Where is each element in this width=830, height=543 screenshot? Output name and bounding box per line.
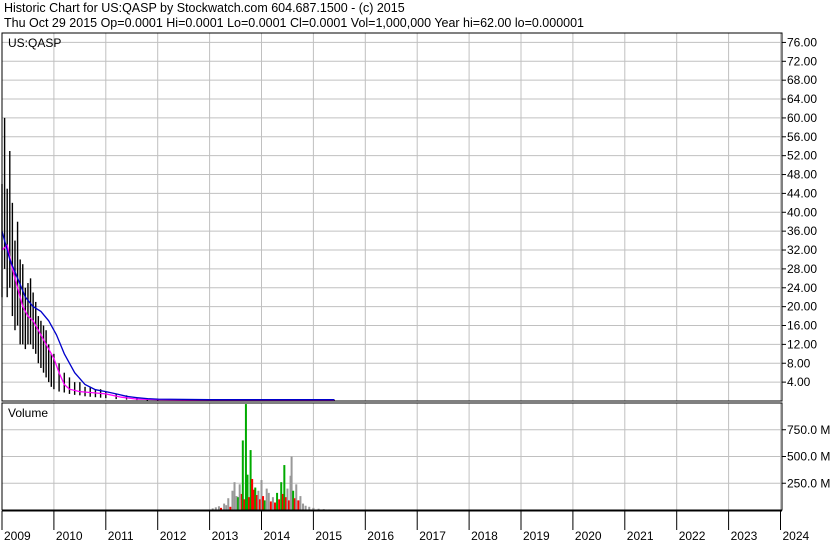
volume-bar: [231, 490, 234, 510]
volume-bar: [299, 496, 302, 510]
header-quote-line: Thu Oct 29 2015 Op=0.0001 Hi=0.0001 Lo=0…: [4, 16, 585, 30]
header-title: Historic Chart for US:QASP by Stockwatch…: [4, 1, 405, 15]
year-label: 2023: [731, 529, 758, 543]
price-tick-label: 76.00: [787, 35, 817, 49]
volume-tick-label: 250.0 M: [787, 476, 830, 490]
volume-bar: [265, 488, 268, 510]
volume-tick-label: 750.0 M: [787, 423, 830, 437]
price-tick-label: 60.00: [787, 111, 817, 125]
year-label: 2014: [264, 529, 291, 543]
price-tick-label: 28.00: [787, 262, 817, 276]
volume-label: Volume: [8, 406, 48, 420]
volume-bar: [223, 503, 226, 510]
price-tick-label: 20.00: [787, 300, 817, 314]
volume-bar: [297, 500, 300, 510]
year-label: 2017: [419, 529, 446, 543]
volume-bar: [238, 484, 241, 510]
price-tick-label: 24.00: [787, 281, 817, 295]
year-label: 2009: [4, 529, 31, 543]
price-tick-label: 36.00: [787, 224, 817, 238]
volume-bar: [271, 497, 274, 510]
volume-bar: [227, 498, 230, 510]
stock-chart: 76.00 72.00 68.00 64.00 60.00 56.00 52.00 48.00…: [0, 0, 830, 543]
price-tick-label: 8.00: [787, 356, 811, 370]
volume-bar: [269, 501, 272, 510]
year-label: 2011: [108, 529, 134, 543]
price-tick-label: 56.00: [787, 130, 817, 144]
volume-bar: [217, 506, 220, 510]
year-label: 2019: [523, 529, 550, 543]
price-tick-label: 48.00: [787, 168, 817, 182]
volume-tick-label: 500.0 M: [787, 450, 830, 464]
price-tick-label: 32.00: [787, 243, 817, 257]
year-label: 2020: [575, 529, 602, 543]
year-label: 2024: [783, 529, 810, 543]
chart-header: Historic Chart for US:QASP by Stockwatch…: [0, 0, 830, 32]
price-tick-label: 16.00: [787, 319, 817, 333]
volume-bar: [295, 484, 298, 510]
price-tick-label: 64.00: [787, 92, 817, 106]
chart-background: [0, 0, 830, 543]
price-tick-label: 4.00: [787, 375, 811, 389]
volume-axis-ticks: 750.0 M 500.0 M 250.0 M: [782, 423, 830, 490]
year-label: 2016: [367, 529, 394, 543]
price-tick-label: 52.00: [787, 149, 817, 163]
price-tick-label: 40.00: [787, 205, 817, 219]
volume-bar: [233, 482, 236, 510]
symbol-label: US:QASP: [8, 36, 61, 50]
volume-bar: [276, 492, 279, 510]
year-label: 2021: [627, 529, 654, 543]
price-tick-label: 68.00: [787, 73, 817, 87]
year-label: 2010: [56, 529, 83, 543]
volume-bar: [225, 505, 228, 510]
year-label: 2022: [679, 529, 706, 543]
year-label: 2012: [160, 529, 187, 543]
price-tick-label: 72.00: [787, 54, 817, 68]
year-label: 2018: [471, 529, 498, 543]
volume-bar: [267, 492, 270, 510]
year-label: 2015: [315, 529, 342, 543]
volume-bar: [273, 502, 276, 510]
volume-bar: [304, 505, 307, 510]
year-label: 2013: [212, 529, 239, 543]
price-tick-label: 44.00: [787, 186, 817, 200]
volume-bar: [278, 499, 281, 510]
volume-bar: [263, 500, 266, 510]
volume-bar: [302, 503, 305, 510]
price-tick-label: 12.00: [787, 337, 817, 351]
